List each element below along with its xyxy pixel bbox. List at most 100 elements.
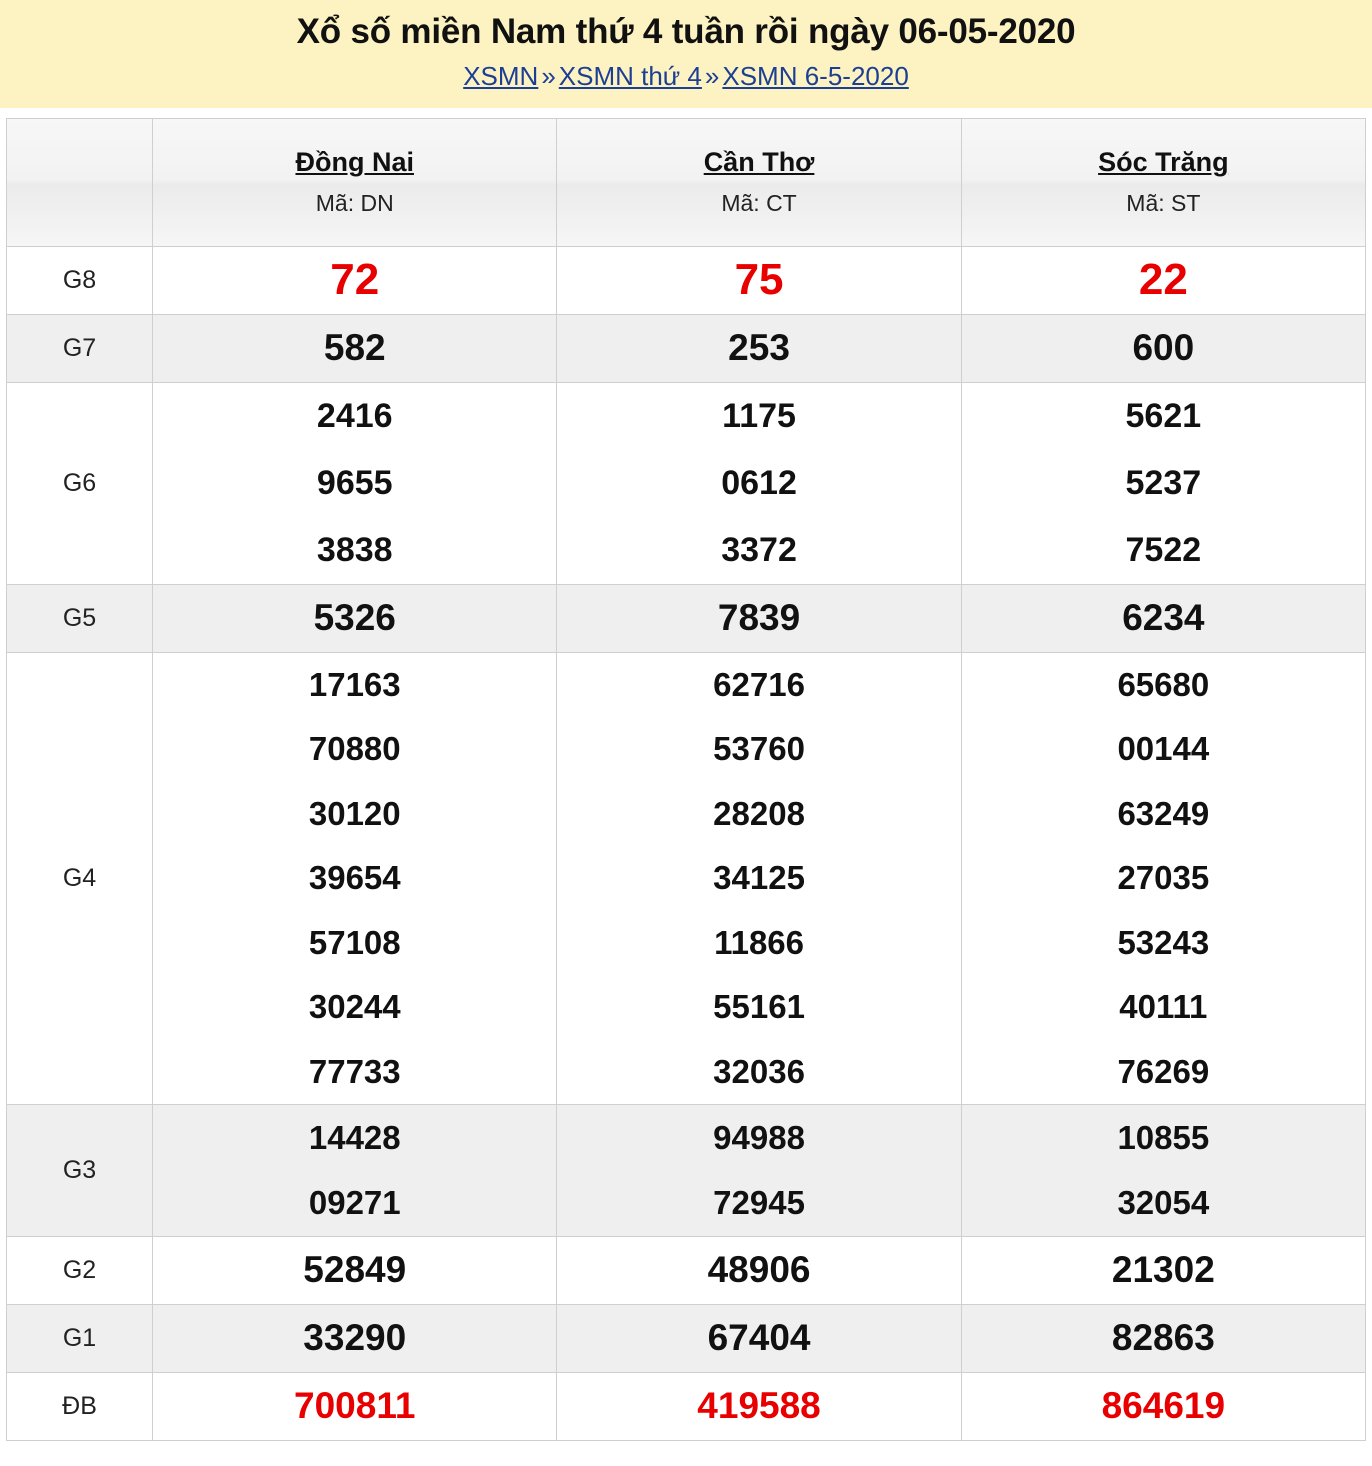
table-row-db: ĐB 700811 419588 864619 <box>5 1371 1367 1441</box>
lottery-number: 7522 <box>1125 530 1202 569</box>
table-row-g8: G8 72 75 22 <box>5 245 1367 315</box>
cell-g8-can-tho: 75 <box>556 245 962 315</box>
province-code-dong-nai: Mã: DN <box>315 190 394 217</box>
cell-g4-can-tho: 62716 53760 28208 34125 11866 55161 3203… <box>556 651 962 1105</box>
column-header-can-tho: Cần Thơ Mã: CT <box>556 117 962 247</box>
results-table-wrapper: Đồng Nai Mã: DN Cần Thơ Mã: CT Sóc Trăng… <box>0 108 1372 1441</box>
lottery-number: 76269 <box>1117 1052 1210 1090</box>
cell-g5-soc-trang: 6234 <box>960 583 1367 653</box>
province-code-can-tho: Mã: CT <box>721 190 797 217</box>
lottery-number: 32054 <box>1117 1184 1210 1222</box>
lottery-number: 53243 <box>1117 923 1210 961</box>
table-row-g6: G6 2416 9655 3838 1175 0612 3372 5621 52… <box>5 381 1367 585</box>
number-stack: 17163 70880 30120 39654 57108 30244 7773… <box>153 653 556 1104</box>
number-stack: 14428 09271 <box>153 1105 556 1236</box>
lottery-number: 27035 <box>1117 859 1210 897</box>
table-row-g2: G2 52849 48906 21302 <box>5 1235 1367 1305</box>
lottery-number: 00144 <box>1117 730 1210 768</box>
cell-g7-dong-nai: 582 <box>152 313 558 383</box>
number-stack: 5621 5237 7522 <box>962 383 1365 584</box>
cell-g5-can-tho: 7839 <box>556 583 962 653</box>
number-stack: 62716 53760 28208 34125 11866 55161 3203… <box>557 653 960 1104</box>
column-header-dong-nai: Đồng Nai Mã: DN <box>152 117 558 247</box>
lottery-number: 40111 <box>1119 988 1208 1026</box>
breadcrumb-separator-1: » <box>541 60 556 91</box>
cell-g3-dong-nai: 14428 09271 <box>152 1103 558 1237</box>
prize-label-g1: G1 <box>5 1303 154 1373</box>
table-row-g4: G4 17163 70880 30120 39654 57108 30244 7… <box>5 651 1367 1105</box>
cell-g8-soc-trang: 22 <box>960 245 1367 315</box>
lottery-number: 14428 <box>308 1118 401 1156</box>
cell-g3-soc-trang: 10855 32054 <box>960 1103 1367 1237</box>
cell-g1-can-tho: 67404 <box>556 1303 962 1373</box>
breadcrumb-link-xsmn[interactable]: XSMN <box>463 61 538 91</box>
number-stack: 65680 00144 63249 27035 53243 40111 7626… <box>962 653 1365 1104</box>
cell-g7-can-tho: 253 <box>556 313 962 383</box>
lottery-number: 09271 <box>308 1184 401 1222</box>
lottery-number: 55161 <box>713 988 805 1026</box>
cell-g2-can-tho: 48906 <box>556 1235 962 1305</box>
prize-label-g4: G4 <box>5 651 154 1105</box>
prize-label-g6: G6 <box>5 381 154 585</box>
lottery-number: 39654 <box>308 859 401 897</box>
cell-db-dong-nai: 700811 <box>152 1371 558 1441</box>
lottery-number: 9655 <box>316 463 393 502</box>
province-code-soc-trang: Mã: ST <box>1126 190 1201 217</box>
lottery-results-page: Xổ số miền Nam thứ 4 tuần rồi ngày 06-05… <box>0 0 1372 1466</box>
table-row-g3: G3 14428 09271 94988 72945 10855 32054 <box>5 1103 1367 1237</box>
cell-g6-soc-trang: 5621 5237 7522 <box>960 381 1367 585</box>
breadcrumb-link-xsmn-date[interactable]: XSMN 6-5-2020 <box>722 61 908 91</box>
lottery-results-table: Đồng Nai Mã: DN Cần Thơ Mã: CT Sóc Trăng… <box>5 117 1367 1441</box>
cell-g1-dong-nai: 33290 <box>152 1303 558 1373</box>
cell-g3-can-tho: 94988 72945 <box>556 1103 962 1237</box>
lottery-number: 17163 <box>308 666 401 703</box>
cell-db-can-tho: 419588 <box>556 1371 962 1441</box>
prize-label-g2: G2 <box>5 1235 154 1305</box>
lottery-number: 5621 <box>1125 396 1202 435</box>
prize-label-db: ĐB <box>5 1371 154 1441</box>
prize-label-g8: G8 <box>5 245 154 315</box>
cell-g7-soc-trang: 600 <box>960 313 1367 383</box>
page-title: Xổ số miền Nam thứ 4 tuần rồi ngày 06-05… <box>296 12 1076 51</box>
lottery-number: 63249 <box>1117 794 1210 832</box>
lottery-number: 2416 <box>316 396 393 435</box>
lottery-number: 70880 <box>308 730 401 768</box>
lottery-number: 0612 <box>721 463 797 502</box>
lottery-number: 57108 <box>308 923 401 961</box>
table-row-g5: G5 5326 7839 6234 <box>5 583 1367 653</box>
breadcrumb-separator-2: » <box>704 60 720 91</box>
cell-g8-dong-nai: 72 <box>152 245 558 315</box>
cell-g6-can-tho: 1175 0612 3372 <box>556 381 962 585</box>
cell-g2-soc-trang: 21302 <box>960 1235 1367 1305</box>
lottery-number: 28208 <box>713 794 805 832</box>
cell-g6-dong-nai: 2416 9655 3838 <box>152 381 558 585</box>
cell-g4-soc-trang: 65680 00144 63249 27035 53243 40111 7626… <box>960 651 1367 1105</box>
lottery-number: 1175 <box>722 396 796 435</box>
table-body: G8 72 75 22 G7 582 253 600 G6 2416 9655 … <box>5 245 1367 1441</box>
prize-label-g3: G3 <box>5 1103 154 1237</box>
cell-db-soc-trang: 864619 <box>960 1371 1367 1441</box>
province-link-soc-trang[interactable]: Sóc Trăng <box>962 146 1365 180</box>
breadcrumb: XSMN» XSMN thứ 4» XSMN 6-5-2020 <box>0 56 1372 94</box>
table-header-row: Đồng Nai Mã: DN Cần Thơ Mã: CT Sóc Trăng… <box>5 117 1367 247</box>
lottery-number: 10855 <box>1117 1118 1210 1156</box>
lottery-number: 77733 <box>308 1052 401 1090</box>
table-header: Đồng Nai Mã: DN Cần Thơ Mã: CT Sóc Trăng… <box>5 117 1367 247</box>
breadcrumb-link-xsmn-thu-4[interactable]: XSMN thứ 4 <box>559 61 702 91</box>
lottery-number: 94988 <box>713 1118 805 1156</box>
table-row-g7: G7 582 253 600 <box>5 313 1367 383</box>
lottery-number: 65680 <box>1117 666 1210 703</box>
prize-label-g5: G5 <box>5 583 154 653</box>
column-header-soc-trang: Sóc Trăng Mã: ST <box>960 117 1367 247</box>
lottery-number: 34125 <box>713 859 805 897</box>
lottery-number: 32036 <box>713 1052 805 1090</box>
lottery-number: 72945 <box>713 1184 805 1222</box>
lottery-number: 3372 <box>721 530 797 569</box>
number-stack: 1175 0612 3372 <box>557 383 960 584</box>
province-link-dong-nai[interactable]: Đồng Nai <box>153 146 556 180</box>
province-link-can-tho[interactable]: Cần Thơ <box>557 146 960 180</box>
cell-g1-soc-trang: 82863 <box>960 1303 1367 1373</box>
page-header: Xổ số miền Nam thứ 4 tuần rồi ngày 06-05… <box>0 0 1372 108</box>
lottery-number: 53760 <box>713 730 805 768</box>
lottery-number: 3838 <box>316 530 393 569</box>
